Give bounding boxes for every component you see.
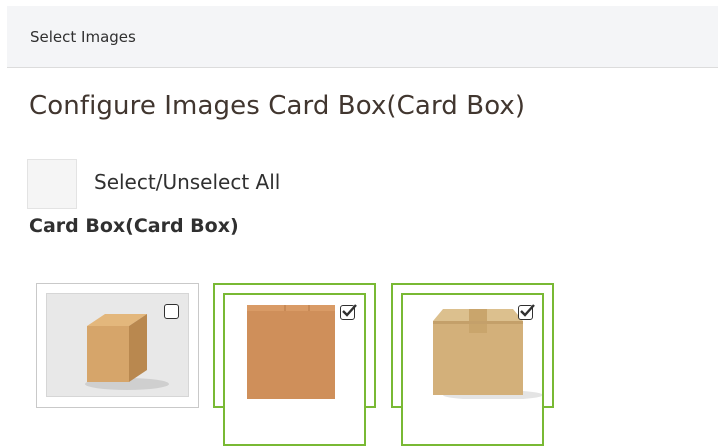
select-all-label[interactable]: Select/Unselect All [94,170,280,194]
panel-header: Select Images [7,6,718,68]
image-select-checkbox[interactable] [164,304,179,319]
image-card-taped-box[interactable] [391,283,554,446]
image-card-closed-cube-box[interactable] [36,283,199,408]
image-select-checkbox[interactable] [340,304,357,320]
page-title: Configure Images Card Box(Card Box) [29,91,526,121]
image-group-label: Card Box(Card Box) [29,215,239,237]
image-select-checkbox[interactable] [518,304,535,320]
checkmark-icon [342,304,357,317]
checkmark-icon [520,304,535,317]
image-card-flat-box-front[interactable] [213,283,376,446]
select-all-checkbox[interactable] [27,159,77,209]
panel-header-title: Select Images [30,28,136,46]
